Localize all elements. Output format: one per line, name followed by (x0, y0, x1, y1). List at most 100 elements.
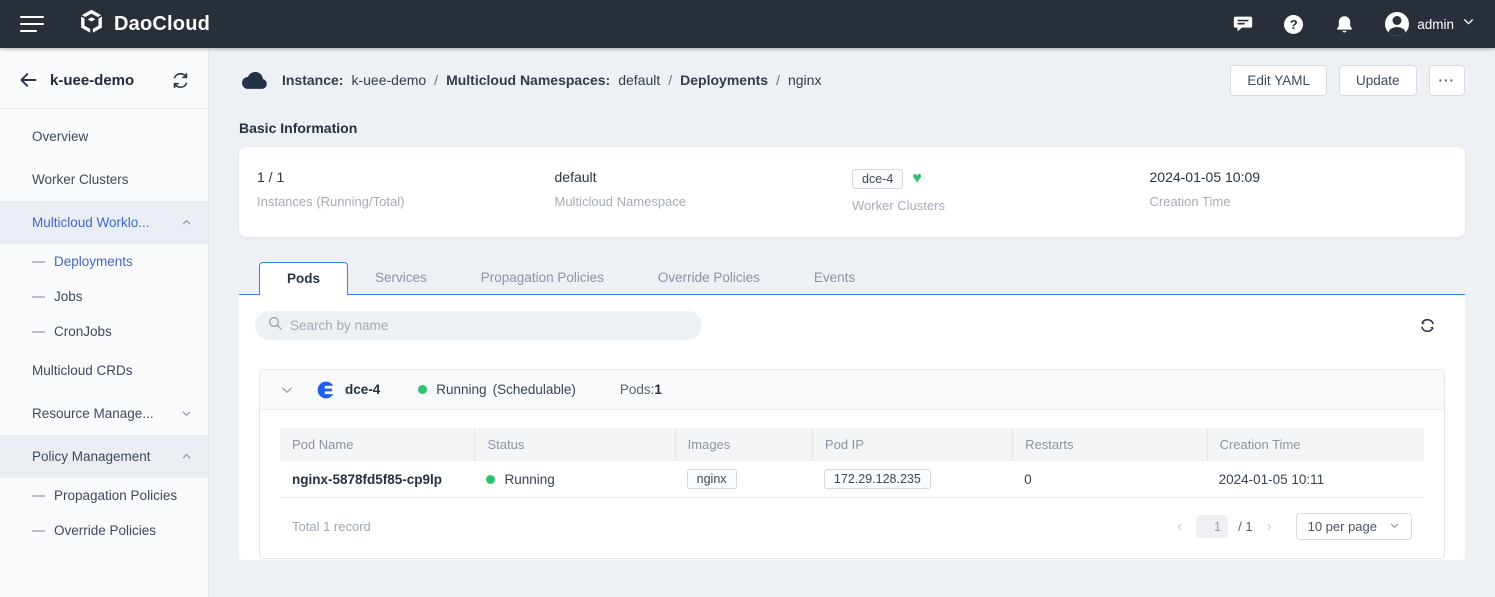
sidebar-item-resource-management[interactable]: Resource Manage... (0, 392, 208, 435)
sidebar-item-jobs[interactable]: Jobs (0, 279, 208, 314)
sidebar-nav: Overview Worker Clusters Multicloud Work… (0, 115, 208, 548)
sidebar-item-overview[interactable]: Overview (0, 115, 208, 158)
col-creation-time: Creation Time (1207, 428, 1424, 461)
pod-ip-chip[interactable]: 172.29.128.235 (824, 469, 931, 489)
more-actions-button[interactable]: ··· (1429, 65, 1466, 96)
refresh-icon[interactable] (1418, 316, 1437, 335)
pods-panel: dce-4 Running (Schedulable) Pods: 1 Pod … (239, 294, 1465, 560)
help-icon[interactable]: ? (1284, 15, 1303, 34)
pods-toolbar (255, 311, 1449, 340)
instance-title: k-uee-demo (50, 72, 171, 89)
detail-tabs: Pods Services Propagation Policies Overr… (239, 262, 1465, 295)
instances-value: 1 / 1 (257, 169, 545, 185)
worker-cluster-chip[interactable]: dce-4 (852, 169, 903, 189)
update-button[interactable]: Update (1339, 65, 1417, 96)
tab-pods[interactable]: Pods (259, 262, 348, 295)
creation-time-field: 2024-01-05 10:09 Creation Time (1150, 169, 1448, 213)
tab-events[interactable]: Events (787, 262, 882, 295)
pods-count-value: 1 (654, 382, 662, 397)
user-avatar (1385, 12, 1409, 36)
col-restarts: Restarts (1012, 428, 1206, 461)
page-total-text: / 1 (1238, 519, 1252, 534)
sidebar-item-multicloud-workloads[interactable]: Multicloud Worklo... (0, 201, 208, 244)
creation-time-value: 2024-01-05 10:09 (1150, 169, 1438, 185)
image-chip[interactable]: nginx (687, 469, 737, 489)
dash-icon (32, 495, 45, 497)
breadcrumb-resource-name: nginx (788, 72, 821, 88)
page-size-select[interactable]: 10 per page (1296, 513, 1412, 540)
cluster-name: dce-4 (345, 382, 380, 397)
switch-instance-icon[interactable] (171, 71, 190, 90)
cluster-group-card: dce-4 Running (Schedulable) Pods: 1 Pod … (259, 369, 1445, 559)
sidebar-item-multicloud-crds[interactable]: Multicloud CRDs (0, 349, 208, 392)
pods-table: Pod Name Status Images Pod IP Restarts C… (260, 410, 1444, 558)
breadcrumb-instance-label: Instance: (282, 72, 343, 88)
breadcrumb-namespaces-label: Multicloud Namespaces: (446, 72, 610, 88)
breadcrumb-instance-value[interactable]: k-uee-demo (351, 72, 426, 88)
dash-icon (32, 331, 45, 333)
col-pod-name: Pod Name (280, 428, 474, 461)
messages-icon[interactable] (1232, 13, 1254, 35)
pod-status-cell: Running (474, 464, 674, 495)
status-dot-green (486, 475, 495, 484)
total-records-text: Total 1 record (292, 519, 371, 534)
pod-ip-cell: 172.29.128.235 (812, 461, 1012, 497)
search-box[interactable] (255, 311, 702, 340)
col-images: Images (675, 428, 812, 461)
collapse-chevron-icon[interactable] (280, 383, 294, 397)
tab-services[interactable]: Services (348, 262, 454, 295)
sidebar-item-deployments[interactable]: Deployments (0, 244, 208, 279)
main-content: Instance: k-uee-demo / Multicloud Namesp… (209, 48, 1495, 597)
pod-image-cell: nginx (675, 461, 812, 497)
table-footer: Total 1 record ‹ / 1 › 10 per page (280, 498, 1424, 558)
breadcrumb: Instance: k-uee-demo / Multicloud Namesp… (239, 62, 1465, 98)
search-icon (267, 315, 283, 336)
health-heart-icon: ♥ (912, 171, 922, 187)
status-dot-green (418, 385, 427, 394)
pod-restarts-cell: 0 (1012, 464, 1206, 495)
chevron-up-icon (181, 217, 192, 228)
instances-label: Instances (Running/Total) (257, 194, 545, 209)
tab-propagation-policies[interactable]: Propagation Policies (454, 262, 631, 295)
sidebar-item-cronjobs[interactable]: CronJobs (0, 314, 208, 349)
edit-yaml-button[interactable]: Edit YAML (1230, 65, 1327, 96)
chevron-down-icon (1462, 15, 1475, 33)
chevron-down-icon (181, 408, 192, 419)
sidebar-divider (0, 108, 208, 109)
topbar: DaoCloud ? admin (0, 0, 1495, 48)
pod-created-cell: 2024-01-05 10:11 (1207, 464, 1424, 495)
sidebar-item-worker-clusters[interactable]: Worker Clusters (0, 158, 208, 201)
brand-logo[interactable]: DaoCloud (78, 8, 210, 40)
back-icon[interactable] (18, 70, 38, 90)
dash-icon (32, 296, 45, 298)
cluster-status: Running (436, 382, 486, 397)
pods-count-label: Pods: (620, 382, 655, 397)
brand-name: DaoCloud (114, 13, 210, 36)
prev-page-icon[interactable]: ‹ (1173, 518, 1186, 535)
cloud-icon (239, 65, 270, 96)
breadcrumb-deployments[interactable]: Deployments (680, 72, 768, 88)
breadcrumb-namespace-value[interactable]: default (618, 72, 660, 88)
namespace-label: Multicloud Namespace (555, 194, 843, 209)
sidebar-item-propagation-policies[interactable]: Propagation Policies (0, 478, 208, 513)
pod-name-cell[interactable]: nginx-5878fd5f85-cp9lp (280, 464, 474, 495)
search-input[interactable] (290, 318, 690, 333)
worker-clusters-field: dce-4 ♥ Worker Clusters (852, 169, 1150, 213)
sidebar-item-override-policies[interactable]: Override Policies (0, 513, 208, 548)
next-page-icon[interactable]: › (1263, 518, 1276, 535)
cluster-group-header[interactable]: dce-4 Running (Schedulable) Pods: 1 (260, 370, 1444, 410)
user-menu[interactable]: admin (1385, 12, 1475, 36)
tab-override-policies[interactable]: Override Policies (631, 262, 787, 295)
basic-information-title: Basic Information (239, 120, 1465, 136)
instances-field: 1 / 1 Instances (Running/Total) (257, 169, 555, 213)
table-row: nginx-5878fd5f85-cp9lp Running nginx 172… (280, 461, 1424, 498)
chevron-up-icon (181, 451, 192, 462)
hamburger-menu-icon[interactable] (20, 16, 44, 32)
notifications-bell-icon[interactable] (1333, 13, 1355, 35)
sidebar: k-uee-demo Overview Worker Clusters Mult… (0, 48, 209, 597)
breadcrumb-separator: / (668, 72, 672, 88)
dash-icon (32, 261, 45, 263)
breadcrumb-separator: / (776, 72, 780, 88)
page-number-input[interactable] (1196, 515, 1228, 538)
sidebar-item-policy-management[interactable]: Policy Management (0, 435, 208, 478)
